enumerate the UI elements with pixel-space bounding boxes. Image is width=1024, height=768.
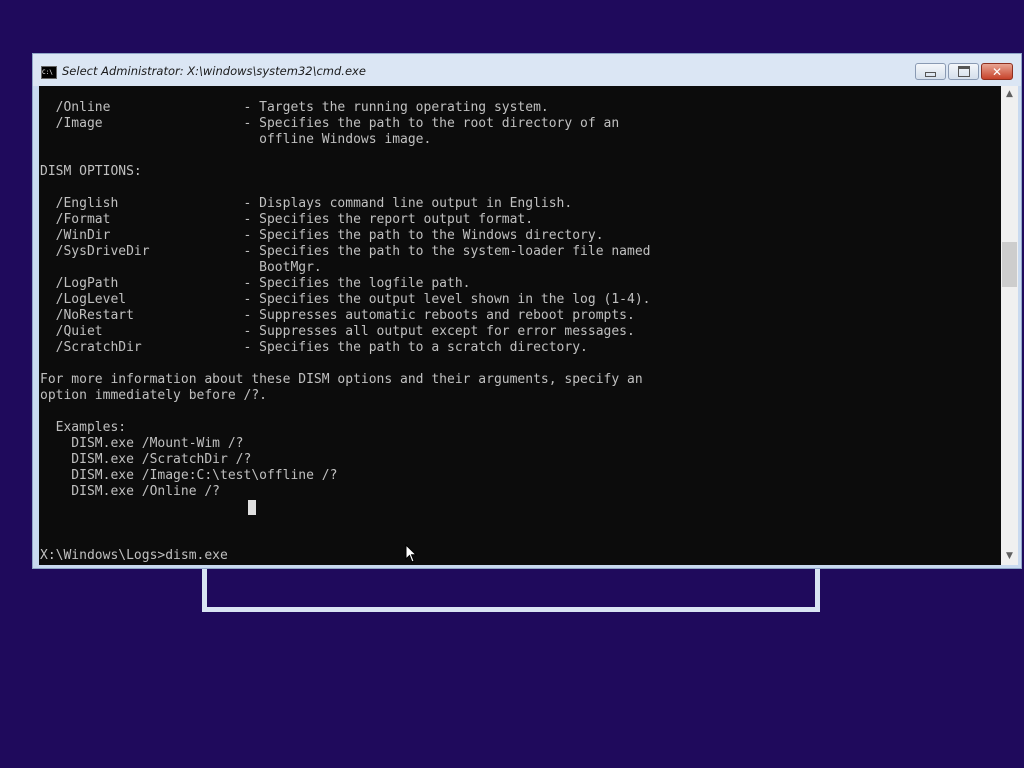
console-line: /SysDriveDir - Specifies the path to the… <box>40 244 651 259</box>
console-line: /Image - Specifies the path to the root … <box>40 116 620 131</box>
maximize-icon <box>957 66 970 77</box>
console-line: /LogPath - Specifies the logfile path. <box>40 276 471 291</box>
console-line: DISM.exe /Online /? <box>40 484 221 499</box>
scroll-up-icon[interactable]: ▲ <box>1001 86 1018 103</box>
console-line: DISM.exe /Mount-Wim /? <box>40 436 244 451</box>
cmd-icon[interactable]: C:\ <box>41 66 57 79</box>
console-line: BootMgr. <box>40 260 322 275</box>
text-cursor <box>248 500 256 515</box>
console-line: /WinDir - Specifies the path to the Wind… <box>40 228 604 243</box>
console-line: Examples: <box>40 420 127 435</box>
window-title: Select Administrator: X:\windows\system3… <box>62 64 366 78</box>
title-bar[interactable]: C:\ Select Administrator: X:\windows\sys… <box>33 54 1021 86</box>
console-line: DISM OPTIONS: <box>40 164 142 179</box>
vertical-scrollbar[interactable]: ▲ ▼ <box>1001 86 1018 565</box>
console-line: offline Windows image. <box>40 132 432 147</box>
close-button[interactable]: ✕ <box>981 63 1013 80</box>
close-icon: ✕ <box>991 64 1003 79</box>
maximize-button[interactable] <box>948 63 979 80</box>
console-text: /Online - Targets the running operating … <box>40 100 650 564</box>
console-line: /NoRestart - Suppresses automatic reboot… <box>40 308 635 323</box>
console-line: DISM.exe /Image:C:\test\offline /? <box>40 468 338 483</box>
console-line: X:\Windows\Logs>dism.exe <box>40 548 228 563</box>
console-line: /Quiet - Suppresses all output except fo… <box>40 324 635 339</box>
cmd-window[interactable]: C:\ Select Administrator: X:\windows\sys… <box>32 53 1022 569</box>
console-line: For more information about these DISM op… <box>40 372 643 387</box>
minimize-icon <box>925 71 936 77</box>
console-line: DISM.exe /ScratchDir /? <box>40 452 252 467</box>
console-line: /Online - Targets the running operating … <box>40 100 549 115</box>
console-line: /ScratchDir - Specifies the path to a sc… <box>40 340 588 355</box>
minimize-button[interactable] <box>915 63 946 80</box>
scroll-down-icon[interactable]: ▼ <box>1001 548 1018 565</box>
console-output[interactable]: /Online - Targets the running operating … <box>39 86 1001 565</box>
console-line: /English - Displays command line output … <box>40 196 573 211</box>
mouse-pointer-icon <box>405 544 417 563</box>
setup-window-frame <box>202 568 820 612</box>
console-line: option immediately before /?. <box>40 388 267 403</box>
desktop-background: C:\ Select Administrator: X:\windows\sys… <box>0 0 1024 768</box>
console-line: /LogLevel - Specifies the output level s… <box>40 292 651 307</box>
scroll-thumb[interactable] <box>1002 242 1017 287</box>
console-line: /Format - Specifies the report output fo… <box>40 212 534 227</box>
